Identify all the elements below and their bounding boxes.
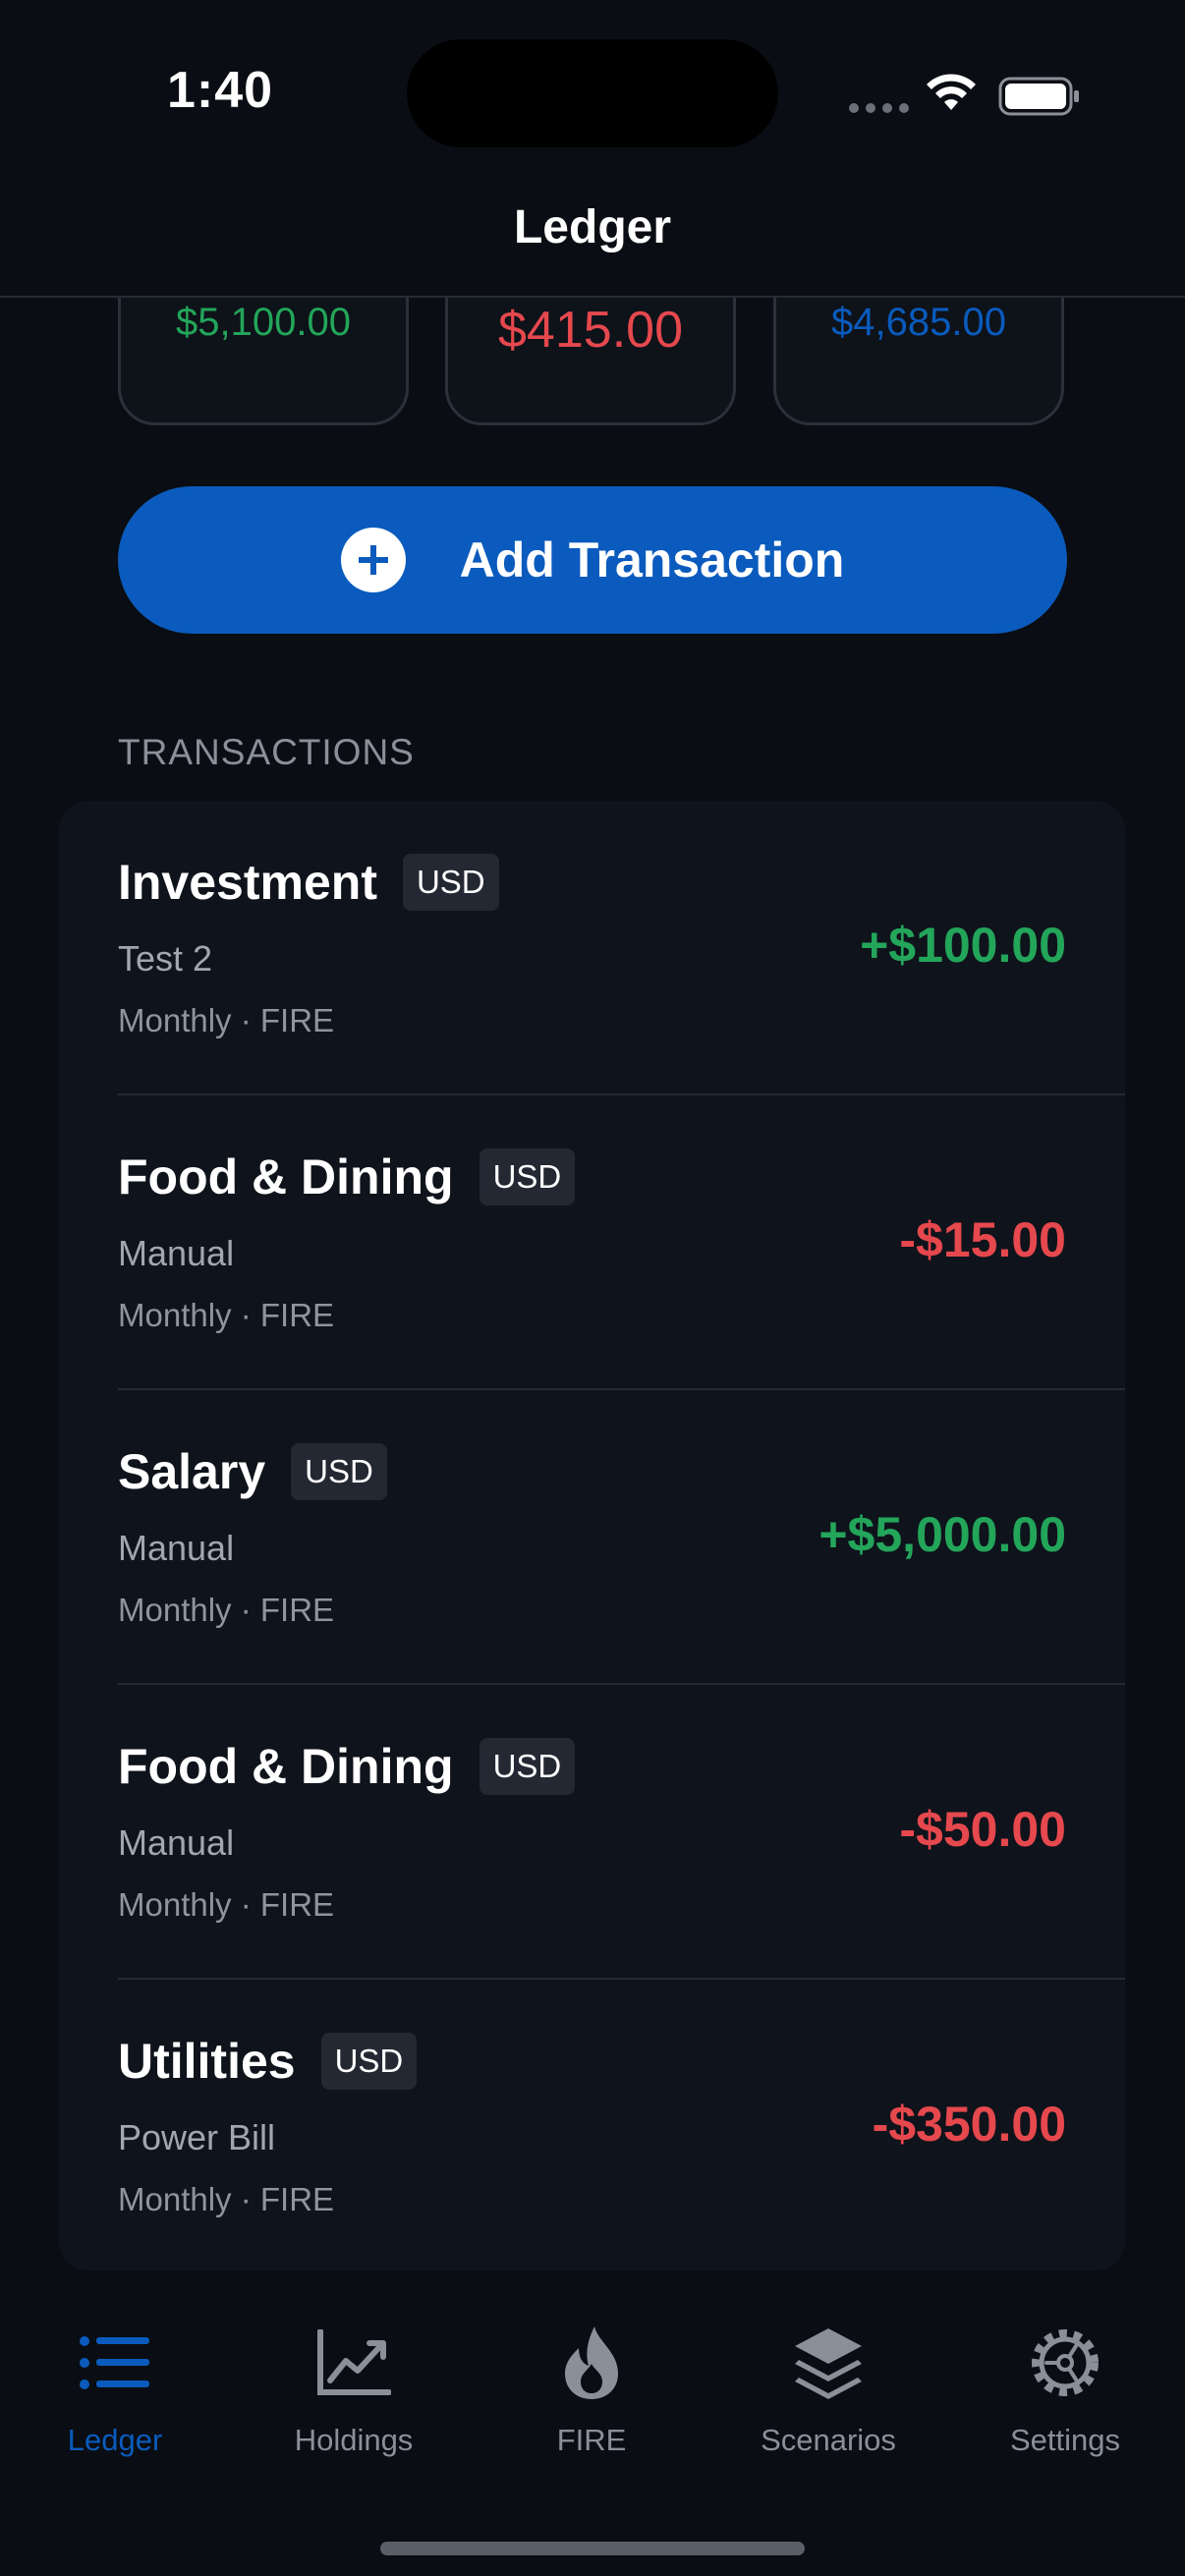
currency-badge: USD	[479, 1738, 576, 1795]
transaction-meta: Monthly · FIRE	[118, 1592, 335, 1628]
transaction-category: Food & Dining	[118, 1739, 454, 1794]
transaction-description: Power Bill	[118, 2117, 276, 2157]
tab-ledger[interactable]: Ledger	[7, 2319, 223, 2458]
currency-badge: USD	[479, 1148, 576, 1205]
tab-scenarios[interactable]: Scenarios	[720, 2319, 936, 2458]
status-time: 1:40	[167, 62, 274, 119]
transaction-description: Manual	[118, 1233, 235, 1273]
transaction-category: Investment	[118, 855, 377, 910]
transaction-meta: Monthly · FIRE	[118, 2181, 335, 2217]
summary-card-income[interactable]: $5,100.00	[118, 298, 409, 425]
add-transaction-button[interactable]: Add Transaction	[118, 486, 1067, 634]
tab-label: Settings	[1009, 2423, 1120, 2457]
transactions-list: Investment USD Test 2 Monthly · FIRE +$1…	[59, 801, 1125, 2270]
dynamic-island	[407, 39, 778, 147]
transaction-description: Manual	[118, 1528, 235, 1568]
currency-badge: USD	[291, 1443, 387, 1500]
add-transaction-label: Add Transaction	[459, 532, 845, 588]
summary-net-value: $4,685.00	[831, 301, 1006, 344]
status-bar: 1:40	[0, 0, 1185, 196]
nav-divider	[0, 296, 1185, 298]
currency-badge: USD	[402, 854, 499, 911]
transactions-section-header: TRANSACTIONS	[118, 732, 415, 772]
currency-badge: USD	[320, 2033, 418, 2090]
transaction-row[interactable]: Food & Dining USD Manual Monthly · FIRE …	[59, 1095, 1125, 1390]
tab-holdings[interactable]: Holdings	[246, 2319, 462, 2458]
transaction-category: Food & Dining	[118, 1149, 454, 1204]
transaction-row[interactable]: Utilities USD Power Bill Monthly · FIRE …	[59, 1980, 1125, 2270]
tab-label: Holdings	[294, 2423, 414, 2457]
battery-icon	[998, 77, 1079, 116]
plus-circle-icon	[340, 528, 406, 592]
summary-cards: $5,100.00 $415.00 $4,685.00	[0, 298, 1185, 430]
wifi-icon	[927, 74, 976, 110]
tab-label: Scenarios	[761, 2423, 896, 2457]
cellular-signal-icon	[849, 103, 909, 113]
transaction-amount: -$350.00	[872, 2097, 1066, 2152]
tab-label: Ledger	[67, 2423, 163, 2457]
transaction-meta: Monthly · FIRE	[118, 1886, 335, 1923]
tab-label: FIRE	[556, 2423, 627, 2457]
tab-bar: Ledger Holdings FIRE Scenarios Settings	[0, 2319, 1185, 2515]
transaction-category: Salary	[118, 1444, 266, 1499]
transaction-description: Test 2	[118, 938, 213, 979]
transaction-description: Manual	[118, 1822, 235, 1863]
transaction-row[interactable]: Investment USD Test 2 Monthly · FIRE +$1…	[59, 801, 1125, 1095]
transaction-amount: +$5,000.00	[818, 1507, 1066, 1562]
gear-icon	[957, 2319, 1173, 2407]
layers-icon	[720, 2319, 936, 2407]
transaction-row[interactable]: Food & Dining USD Manual Monthly · FIRE …	[59, 1685, 1125, 1980]
summary-income-value: $5,100.00	[176, 301, 351, 344]
flame-icon	[483, 2319, 700, 2407]
summary-card-net[interactable]: $4,685.00	[773, 298, 1064, 425]
tab-settings[interactable]: Settings	[957, 2319, 1173, 2458]
transaction-amount: -$50.00	[899, 1802, 1066, 1857]
list-icon	[7, 2319, 223, 2407]
chart-line-icon	[246, 2319, 462, 2407]
page-title: Ledger	[513, 201, 672, 253]
transaction-meta: Monthly · FIRE	[118, 1002, 335, 1038]
transaction-amount: +$100.00	[860, 918, 1066, 973]
summary-card-expenses[interactable]: $415.00	[445, 298, 736, 425]
transaction-amount: -$15.00	[899, 1212, 1066, 1267]
tab-fire[interactable]: FIRE	[483, 2319, 700, 2458]
transaction-meta: Monthly · FIRE	[118, 1297, 335, 1333]
transaction-row[interactable]: Salary USD Manual Monthly · FIRE +$5,000…	[59, 1390, 1125, 1685]
summary-expenses-value: $415.00	[498, 302, 683, 359]
transaction-category: Utilities	[118, 2034, 296, 2089]
home-indicator[interactable]	[380, 2542, 805, 2555]
